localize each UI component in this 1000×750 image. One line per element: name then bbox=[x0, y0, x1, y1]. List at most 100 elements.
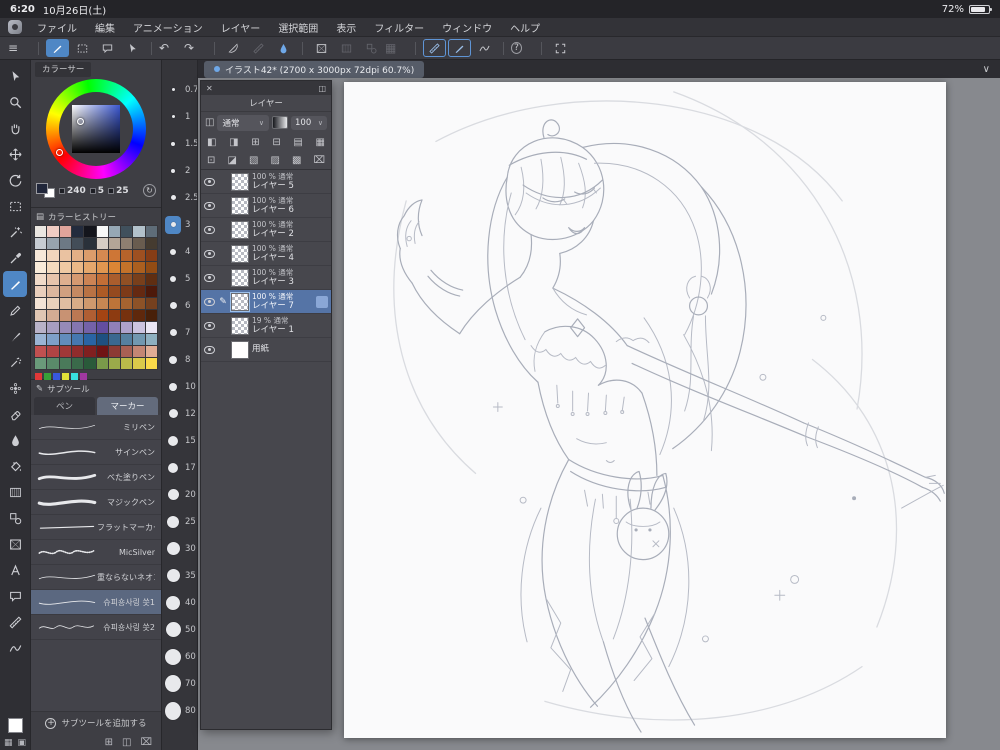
primary-secondary-chips[interactable] bbox=[36, 183, 55, 198]
color-swatch[interactable] bbox=[71, 346, 84, 357]
color-swatch[interactable] bbox=[133, 262, 145, 273]
color-swatch[interactable] bbox=[71, 334, 84, 345]
color-swatch[interactable] bbox=[121, 334, 133, 345]
color-swatch[interactable] bbox=[35, 226, 47, 237]
color-swatch[interactable] bbox=[121, 346, 133, 357]
brush-size-item[interactable]: 2 bbox=[162, 157, 197, 184]
layer-effect-preview[interactable] bbox=[272, 116, 288, 129]
color-swatch[interactable] bbox=[84, 250, 96, 261]
help-button[interactable]: ? bbox=[511, 39, 534, 57]
brush-size-item[interactable]: 1 bbox=[162, 103, 197, 130]
mini-color-swatch[interactable] bbox=[44, 373, 51, 380]
color-swatch[interactable] bbox=[35, 346, 47, 357]
decoration-tool[interactable] bbox=[3, 375, 27, 401]
layer-row[interactable]: 100 % 通常 レイヤー 3 bbox=[201, 266, 331, 290]
subtool-item[interactable]: 슈피숑사링 씃2 bbox=[31, 615, 161, 640]
palette-dock-icon[interactable]: ▣ bbox=[18, 738, 27, 748]
color-swatch[interactable] bbox=[47, 286, 59, 297]
copy-layer-icon[interactable]: ◨ bbox=[229, 137, 238, 148]
color-swatch[interactable] bbox=[145, 250, 157, 261]
layer-visibility-toggle[interactable] bbox=[204, 345, 215, 354]
layer-row[interactable]: 100 % 通常 レイヤー 2 bbox=[201, 218, 331, 242]
color-swatch[interactable] bbox=[133, 238, 145, 249]
layer-visibility-toggle[interactable] bbox=[204, 177, 215, 186]
blend-to-below-icon[interactable]: ◧ bbox=[207, 137, 216, 148]
layer-opacity-select[interactable]: 100 bbox=[291, 115, 327, 130]
color-swatch[interactable] bbox=[145, 334, 157, 345]
color-swatch[interactable] bbox=[145, 238, 157, 249]
line-correction-button[interactable] bbox=[473, 39, 496, 57]
brush-size-item[interactable]: 5 bbox=[162, 265, 197, 292]
brush-size-item[interactable]: 7 bbox=[162, 319, 197, 346]
subtool-item[interactable]: 슈피숑사링 씃1 bbox=[31, 590, 161, 615]
color-swatch[interactable] bbox=[71, 298, 84, 309]
layer-options-badge[interactable] bbox=[316, 295, 328, 308]
marker-pen-tool[interactable] bbox=[3, 271, 27, 297]
subtool-item[interactable]: ミリペン bbox=[31, 415, 161, 440]
delete-layer-button[interactable]: ⌧ bbox=[313, 155, 325, 166]
color-swatch[interactable] bbox=[121, 262, 133, 273]
color-swatch[interactable] bbox=[47, 322, 59, 333]
color-swatch[interactable] bbox=[96, 250, 108, 261]
expand-palette-icon[interactable]: ⊞ bbox=[105, 737, 113, 748]
color-swatch[interactable] bbox=[84, 274, 96, 285]
mesh-transform-button[interactable] bbox=[360, 39, 383, 57]
brush-size-item[interactable]: 0.7 bbox=[162, 76, 197, 103]
color-swatch[interactable] bbox=[96, 334, 108, 345]
color-swatch[interactable] bbox=[84, 298, 96, 309]
color-swatch[interactable] bbox=[133, 346, 145, 357]
correct-line-tool[interactable] bbox=[3, 635, 27, 661]
color-swatch[interactable] bbox=[35, 238, 47, 249]
text-tool[interactable] bbox=[3, 557, 27, 583]
rotate-view-tool[interactable] bbox=[3, 167, 27, 193]
balloon-tool[interactable] bbox=[3, 583, 27, 609]
color-swatch[interactable] bbox=[96, 358, 108, 369]
layer-visibility-toggle[interactable] bbox=[204, 201, 215, 210]
color-swatch[interactable] bbox=[35, 274, 47, 285]
mini-color-swatch[interactable] bbox=[35, 373, 42, 380]
ruler-tool[interactable] bbox=[3, 609, 27, 635]
lock-transparent-icon[interactable]: ▧ bbox=[249, 155, 258, 166]
canvas-page[interactable] bbox=[344, 82, 946, 738]
color-swatch[interactable] bbox=[84, 286, 96, 297]
color-swatch[interactable] bbox=[108, 238, 121, 249]
color-swatch[interactable] bbox=[84, 346, 96, 357]
grid-button[interactable]: ▦ bbox=[385, 39, 408, 57]
subtool-item[interactable]: べた塗りペン bbox=[31, 465, 161, 490]
color-swatch[interactable] bbox=[35, 334, 47, 345]
panel-menu-icon[interactable]: ◫ bbox=[318, 84, 326, 93]
color-swatch[interactable] bbox=[71, 238, 84, 249]
color-swatch[interactable] bbox=[47, 274, 59, 285]
color-swatch[interactable] bbox=[108, 298, 121, 309]
color-swatch[interactable] bbox=[47, 238, 59, 249]
color-swatch[interactable] bbox=[59, 274, 71, 285]
auto-select-tool[interactable] bbox=[3, 219, 27, 245]
lock-layer-icon[interactable]: ◪ bbox=[227, 155, 236, 166]
color-swatch[interactable] bbox=[47, 262, 59, 273]
color-swatch[interactable] bbox=[96, 226, 108, 237]
color-swatch[interactable] bbox=[47, 310, 59, 321]
redo-button[interactable]: ↷ bbox=[184, 39, 207, 57]
hue-knob[interactable] bbox=[56, 149, 63, 156]
color-swatch[interactable] bbox=[84, 310, 96, 321]
color-swatch[interactable] bbox=[145, 226, 157, 237]
fullscreen-button[interactable] bbox=[549, 39, 572, 57]
color-swatch[interactable] bbox=[59, 346, 71, 357]
brush-size-item[interactable]: 80 bbox=[162, 697, 197, 724]
color-swatch[interactable] bbox=[145, 298, 157, 309]
main-menu-button[interactable]: ≡ bbox=[8, 39, 31, 57]
brush-size-item[interactable]: 25 bbox=[162, 508, 197, 535]
color-swatch[interactable] bbox=[96, 346, 108, 357]
color-swatch[interactable] bbox=[84, 238, 96, 249]
layer-row[interactable]: 用紙 bbox=[201, 338, 331, 362]
color-swatch[interactable] bbox=[108, 286, 121, 297]
new-raster-layer-button[interactable]: ⊞ bbox=[251, 137, 259, 148]
color-swatch[interactable] bbox=[84, 358, 96, 369]
mini-color-swatch[interactable] bbox=[80, 373, 87, 380]
color-swatch[interactable] bbox=[133, 226, 145, 237]
blend-mode-select[interactable]: 通常 bbox=[217, 114, 269, 131]
color-swatch[interactable] bbox=[96, 286, 108, 297]
brush-size-item[interactable]: 30 bbox=[162, 535, 197, 562]
brush-size-item[interactable]: 17 bbox=[162, 454, 197, 481]
canvas-tab[interactable]: イラスト42* (2700 x 3000px 72dpi 60.7%) bbox=[204, 60, 425, 78]
